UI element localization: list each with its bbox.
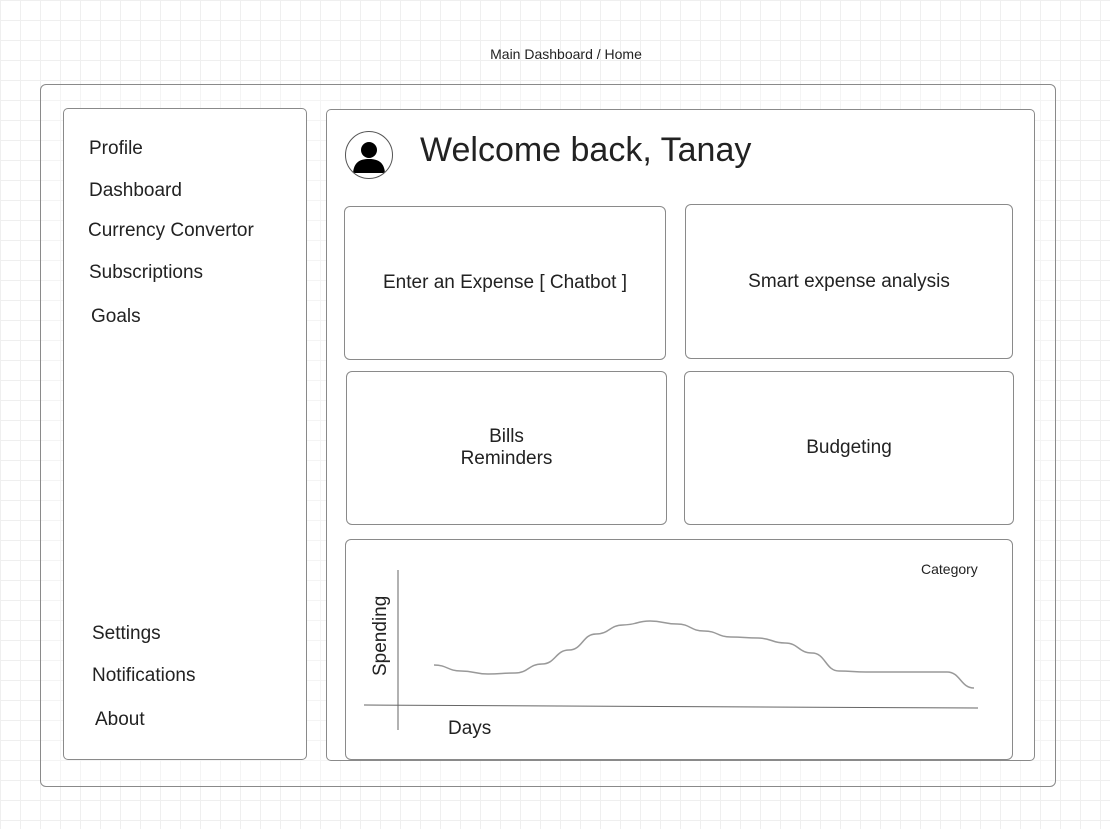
spending-series-line xyxy=(433,620,975,689)
x-axis-label: Days xyxy=(448,718,491,739)
smart-expense-analysis-label: Smart expense analysis xyxy=(748,270,950,292)
legend-category: Category xyxy=(921,561,978,577)
budgeting-card[interactable]: Budgeting xyxy=(684,371,1014,525)
smart-expense-analysis-card[interactable]: Smart expense analysis xyxy=(685,204,1013,359)
sidebar-item-about[interactable]: About xyxy=(95,709,145,731)
user-avatar-icon[interactable] xyxy=(345,131,393,179)
user-silhouette-icon xyxy=(353,142,385,173)
spending-chart: Category Days Spending xyxy=(363,561,979,739)
welcome-heading: Welcome back, Tanay xyxy=(420,131,752,169)
sidebar-item-profile[interactable]: Profile xyxy=(89,138,143,160)
reminders-label: Reminders xyxy=(460,448,553,469)
sidebar-item-dashboard[interactable]: Dashboard xyxy=(89,180,182,202)
budgeting-label: Budgeting xyxy=(806,437,892,458)
expense-chatbot-label: Enter an Expense [ Chatbot ] xyxy=(383,272,627,293)
expense-chatbot-card[interactable]: Enter an Expense [ Chatbot ] xyxy=(344,206,666,360)
page-title: Main Dashboard / Home xyxy=(490,46,642,62)
bills-label: Bills xyxy=(489,426,524,447)
sidebar-item-subscriptions[interactable]: Subscriptions xyxy=(89,262,203,284)
sidebar xyxy=(63,108,307,760)
bills-reminders-card[interactable]: Bills Reminders xyxy=(346,371,667,525)
spending-chart-card: Category Days Spending xyxy=(345,539,1013,760)
sidebar-item-settings[interactable]: Settings xyxy=(92,623,161,645)
sidebar-item-notifications[interactable]: Notifications xyxy=(92,665,196,687)
x-axis xyxy=(363,704,979,709)
sidebar-item-currency-convertor[interactable]: Currency Convertor xyxy=(88,220,254,242)
sidebar-item-goals[interactable]: Goals xyxy=(91,306,141,328)
y-axis-label: Spending xyxy=(370,596,391,676)
